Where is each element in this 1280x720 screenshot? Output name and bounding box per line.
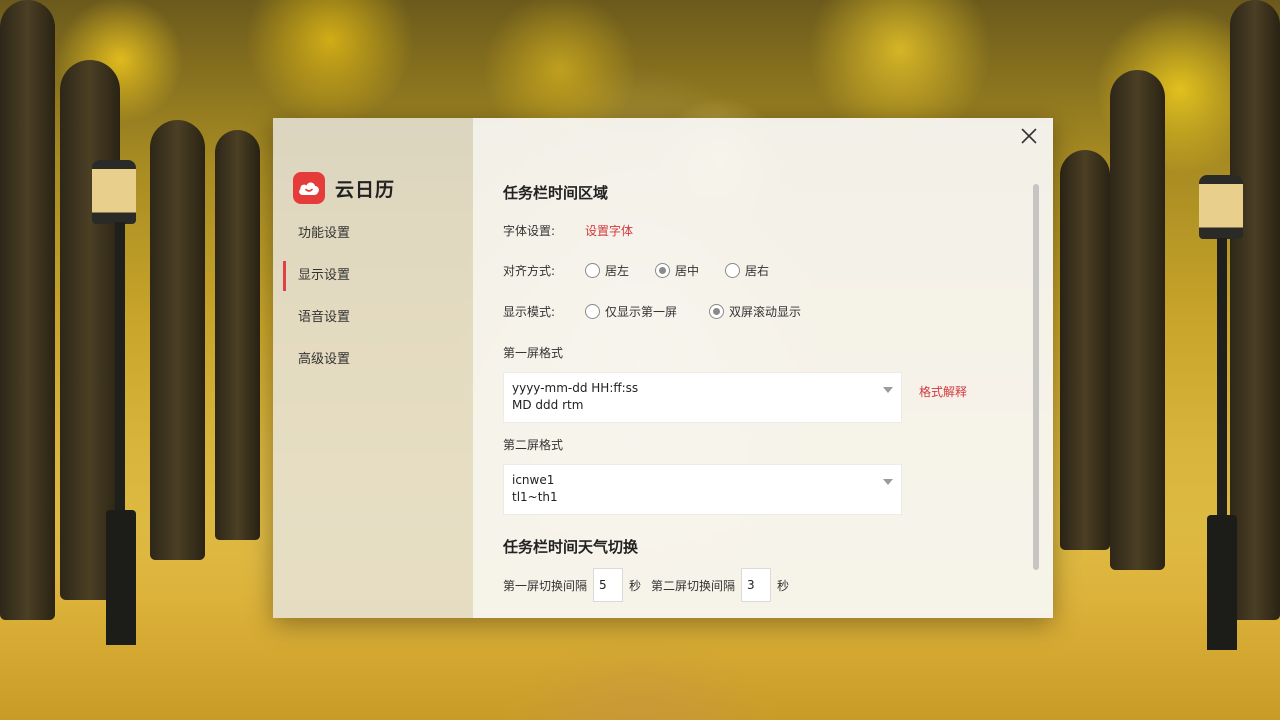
section-title-taskbar-time: 任务栏时间区域 — [503, 184, 609, 202]
tree-trunk — [150, 120, 205, 560]
align-label: 对齐方式: — [503, 264, 556, 278]
tree-trunk — [1110, 70, 1165, 570]
settings-dialog: 云日历 功能设置 显示设置 语音设置 高级设置 任务栏时间区域 字体设置: 设置… — [273, 118, 1053, 618]
street-lamp-icon — [92, 160, 136, 224]
align-right-radio[interactable]: 居右 — [725, 262, 769, 279]
lamp-post — [1217, 238, 1227, 528]
format-line-1: icnwe1 — [512, 473, 555, 487]
tree-trunk — [0, 0, 55, 620]
dual-screen-scroll-radio[interactable]: 双屏滚动显示 — [709, 303, 801, 320]
scrollbar-thumb[interactable] — [1033, 184, 1039, 570]
set-font-link[interactable]: 设置字体 — [585, 222, 633, 239]
second-interval-label: 第二屏切换间隔 — [651, 578, 736, 593]
second-screen-format-label: 第二屏格式 — [503, 438, 564, 452]
seconds-unit: 秒 — [777, 578, 790, 593]
switch-interval-row: 第一屏切换间隔 秒 第二屏切换间隔 秒 — [503, 568, 789, 602]
sidebar-item-label: 功能设置 — [298, 226, 351, 241]
align-left-radio[interactable]: 居左 — [585, 262, 629, 279]
close-button[interactable] — [1017, 124, 1041, 148]
align-center-radio[interactable]: 居中 — [655, 262, 699, 279]
radio-label: 居中 — [675, 264, 700, 278]
sidebar-item-label: 显示设置 — [298, 268, 351, 283]
format-line-2: tl1~th1 — [512, 490, 558, 504]
radio-circle — [585, 304, 600, 319]
font-setting-label: 字体设置: — [503, 224, 556, 238]
settings-content: 任务栏时间区域 字体设置: 设置字体 对齐方式: 居左 居中 居右 显示模式: — [473, 118, 1053, 618]
radio-label: 居右 — [745, 264, 770, 278]
sidebar-item-function-settings[interactable]: 功能设置 — [273, 213, 473, 255]
font-setting-row: 字体设置: 设置字体 — [503, 222, 633, 239]
sidebar-item-voice-settings[interactable]: 语音设置 — [273, 297, 473, 339]
sidebar: 云日历 功能设置 显示设置 语音设置 高级设置 — [273, 118, 473, 618]
single-screen-radio[interactable]: 仅显示第一屏 — [585, 303, 677, 320]
radio-circle-checked — [655, 263, 671, 278]
sidebar-item-label: 语音设置 — [298, 310, 351, 325]
app-name: 云日历 — [335, 178, 396, 201]
radio-label: 仅显示第一屏 — [605, 305, 678, 319]
align-row: 对齐方式: 居左 居中 居右 — [503, 262, 795, 279]
seconds-unit: 秒 — [629, 578, 642, 593]
radio-circle — [725, 263, 741, 278]
brand: 云日历 — [293, 172, 395, 204]
lamp-post — [115, 222, 125, 522]
tree-trunk — [1060, 150, 1110, 550]
cloud-icon — [293, 172, 325, 204]
first-screen-format-select[interactable]: yyyy-mm-dd HH:ff:ss MD ddd rtm — [503, 372, 902, 423]
sidebar-item-advanced-settings[interactable]: 高级设置 — [273, 339, 473, 381]
format-line-2: MD ddd rtm — [512, 398, 584, 412]
format-line-1: yyyy-mm-dd HH:ff:ss — [512, 381, 639, 395]
first-screen-format-label: 第一屏格式 — [503, 346, 564, 360]
display-mode-label: 显示模式: — [503, 305, 556, 319]
chevron-down-icon — [883, 387, 893, 393]
tree-trunk — [1230, 0, 1280, 620]
format-help-link[interactable]: 格式解释 — [919, 383, 967, 400]
sidebar-item-label: 高级设置 — [298, 352, 351, 367]
display-mode-row: 显示模式: 仅显示第一屏 双屏滚动显示 — [503, 303, 827, 320]
radio-circle — [585, 263, 600, 278]
first-interval-input[interactable] — [593, 568, 624, 602]
second-interval-input[interactable] — [741, 568, 772, 602]
first-interval-label: 第一屏切换间隔 — [503, 578, 588, 593]
radio-label: 居左 — [605, 264, 630, 278]
lamp-base — [106, 510, 136, 645]
chevron-down-icon — [883, 479, 893, 485]
lamp-base — [1207, 515, 1237, 650]
sidebar-nav: 功能设置 显示设置 语音设置 高级设置 — [273, 213, 473, 381]
street-lamp-icon — [1199, 175, 1243, 239]
close-icon — [1021, 128, 1037, 144]
sidebar-item-display-settings[interactable]: 显示设置 — [273, 255, 473, 297]
section-title-weather-switch: 任务栏时间天气切换 — [503, 538, 639, 556]
radio-label: 双屏滚动显示 — [729, 305, 802, 319]
second-screen-format-select[interactable]: icnwe1 tl1~th1 — [503, 464, 902, 515]
tree-trunk — [215, 130, 260, 540]
radio-circle-checked — [709, 304, 725, 319]
